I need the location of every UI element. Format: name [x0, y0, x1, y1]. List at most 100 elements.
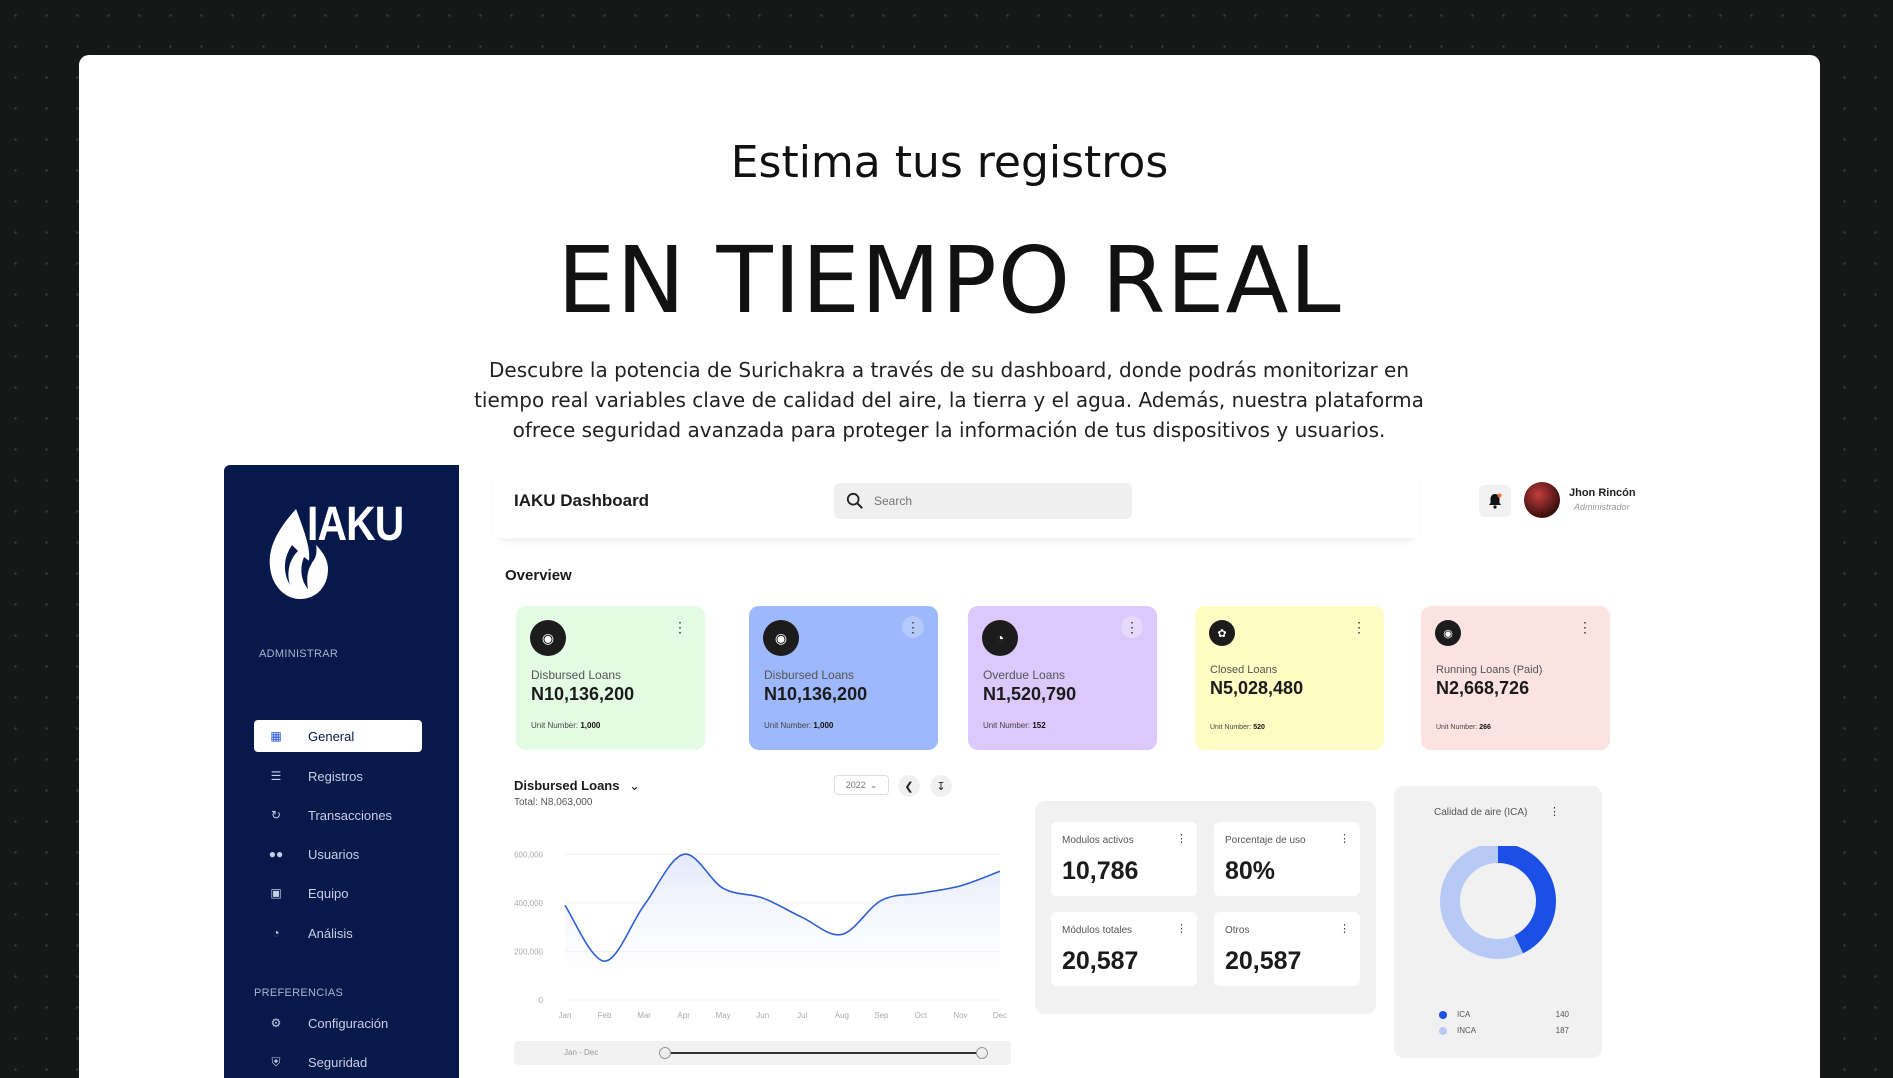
metric-label: Porcentaje de uso [1225, 835, 1306, 846]
slider-start-handle[interactable] [659, 1047, 671, 1059]
stat-unit: Unit Number: 1,000 [531, 721, 600, 730]
stat-label: Closed Loans [1210, 664, 1278, 676]
sidebar-item-seguridad[interactable]: ⛨ Seguridad [254, 1046, 422, 1078]
stat-card-overdue[interactable]: ◔ ⋮ Overdue Loans N1,520,790 Unit Number… [968, 606, 1157, 750]
stat-value: N10,136,200 [531, 684, 635, 704]
sidebar-item-analisis[interactable]: ◔ Análisis [254, 917, 422, 949]
shield-icon: ⛨ [271, 1054, 281, 1069]
stat-card-disbursed-2[interactable]: ◉ ⋮ Disbursed Loans N10,136,200 Unit Num… [749, 606, 938, 750]
top-bar: IAKU Dashboard [494, 465, 1419, 538]
logo-text: IAKU [307, 498, 404, 551]
unit-value: 1,000 [813, 721, 834, 730]
dashboard-title: IAKU Dashboard [514, 491, 650, 510]
dashboard-preview: IAKU ADMINISTRAR ▦ General ☰ Registros ↻… [224, 465, 1724, 1078]
unit-value: 520 [1253, 724, 1265, 731]
x-tick-label: Mar [637, 1011, 651, 1020]
metric-card[interactable]: Módulos totales ⋮ 20,587 [1051, 912, 1197, 986]
search-icon [846, 492, 863, 509]
download-button[interactable]: ↧ [930, 775, 952, 797]
unit-label: Unit Number: [983, 721, 1031, 730]
metric-value: 10,786 [1062, 857, 1139, 885]
id-card-icon: ▣ [270, 886, 282, 900]
sidebar-item-usuarios[interactable]: ●● Usuarios [254, 838, 422, 870]
hand-money-icon: ✿ [1209, 620, 1235, 646]
donut-chart [1440, 846, 1556, 959]
stat-card-running[interactable]: ◉ ⋮ Running Loans (Paid) N2,668,726 Unit… [1421, 606, 1610, 750]
legend-value: 140 [1555, 1010, 1569, 1019]
search-input[interactable] [874, 494, 1114, 508]
x-tick-label: Aug [835, 1011, 849, 1020]
more-menu-icon[interactable]: ⋮ [1574, 616, 1596, 638]
metric-value: 80% [1225, 857, 1276, 885]
stat-label: Running Loans (Paid) [1436, 664, 1543, 676]
metric-card[interactable]: Modulos activos ⋮ 10,786 [1051, 822, 1197, 896]
more-menu-icon[interactable]: ⋮ [1339, 832, 1350, 845]
sidebar-item-equipo[interactable]: ▣ Equipo [254, 877, 422, 909]
unit-value: 152 [1032, 721, 1046, 730]
range-slider[interactable]: Jan - Dec [514, 1041, 1011, 1065]
list-icon: ☰ [270, 769, 282, 783]
stat-value: N2,668,726 [1436, 678, 1530, 698]
sidebar-item-configuracion[interactable]: ⚙ Configuración [254, 1007, 422, 1039]
sidebar-item-transacciones[interactable]: ↻ Transacciones [254, 799, 422, 831]
more-menu-icon[interactable]: ⋮ [1176, 922, 1187, 935]
search-box[interactable] [834, 483, 1132, 519]
y-tick-label: 600,000 [514, 850, 543, 859]
year-select[interactable]: 2022 ⌄ [834, 775, 889, 795]
unit-value: 266 [1479, 724, 1491, 731]
refresh-icon: ↻ [270, 808, 282, 822]
avatar[interactable] [1524, 482, 1560, 518]
series-area [565, 854, 1000, 1000]
x-tick-label: Sep [874, 1011, 889, 1020]
unit-label: Unit Number: [1210, 724, 1252, 731]
x-tick-label: May [716, 1011, 731, 1020]
sidebar-item-label: Transacciones [308, 807, 393, 823]
more-menu-icon[interactable]: ⋮ [1121, 616, 1143, 638]
section-prefs-label: PREFERENCIAS [254, 987, 344, 999]
more-menu-icon[interactable]: ⋮ [1549, 805, 1560, 818]
share-button[interactable]: ❮ [898, 775, 920, 797]
money-bag-clock-icon: ◔ [982, 620, 1018, 656]
metric-label: Modulos activos [1062, 835, 1134, 846]
legend-value: 187 [1555, 1026, 1569, 1035]
legend-item-ica: ICA 140 [1439, 1010, 1569, 1019]
hero-subtitle: Estima tus registros [730, 137, 1169, 188]
metric-card[interactable]: Otros ⋮ 20,587 [1214, 912, 1360, 986]
more-menu-icon[interactable]: ⋮ [1348, 616, 1370, 638]
metric-card[interactable]: Porcentaje de uso ⋮ 80% [1214, 822, 1360, 896]
legend-dot [1439, 1026, 1447, 1035]
stat-card-disbursed-1[interactable]: ◉ ⋮ Disbursed Loans N10,136,200 Unit Num… [516, 606, 705, 750]
donut-title: Calidad de aire (ICA) [1434, 807, 1528, 818]
chart-total: Total: N8,063,000 [514, 797, 593, 808]
legend-item-inca: INCA 187 [1439, 1026, 1569, 1035]
user-role: Administrador [1574, 502, 1630, 512]
stat-value: N1,520,790 [983, 684, 1077, 704]
section-admin-label: ADMINISTRAR [259, 648, 339, 660]
sidebar-item-label: Análisis [308, 925, 353, 941]
stat-value: N5,028,480 [1210, 678, 1304, 698]
sidebar-item-general[interactable]: ▦ General [254, 720, 422, 752]
stat-card-closed[interactable]: ✿ ⋮ Closed Loans N5,028,480 Unit Number:… [1195, 606, 1384, 750]
landing-card: Estima tus registros EN TIEMPO REAL Desc… [79, 55, 1820, 1078]
download-icon: ↧ [936, 780, 946, 793]
pie-chart-icon: ◔ [272, 926, 280, 940]
notification-button[interactable] [1479, 485, 1511, 517]
legend-name: INCA [1457, 1026, 1477, 1035]
stat-unit: Unit Number: 520 [1210, 724, 1265, 731]
sidebar-item-registros[interactable]: ☰ Registros [254, 760, 422, 792]
chart-title[interactable]: Disbursed Loans ⌄ [514, 778, 640, 794]
more-menu-icon[interactable]: ⋮ [1339, 922, 1350, 935]
x-tick-label: Nov [953, 1011, 967, 1020]
more-menu-icon[interactable]: ⋮ [669, 616, 691, 638]
stat-unit: Unit Number: 152 [983, 721, 1046, 730]
x-tick-label: Apr [677, 1011, 690, 1020]
slider-end-handle[interactable] [976, 1047, 988, 1059]
more-menu-icon[interactable]: ⋮ [902, 616, 924, 638]
metrics-panel: Modulos activos ⋮ 10,786 Porcentaje de u… [1035, 801, 1376, 1014]
metric-label: Otros [1225, 925, 1250, 936]
unit-label: Unit Number: [764, 721, 812, 730]
air-quality-card: Calidad de aire (ICA) ⋮ ICA 140 INCA 187 [1394, 786, 1602, 1058]
more-menu-icon[interactable]: ⋮ [1176, 832, 1187, 845]
unit-value: 1,000 [580, 721, 601, 730]
stat-label: Overdue Loans [983, 668, 1066, 682]
